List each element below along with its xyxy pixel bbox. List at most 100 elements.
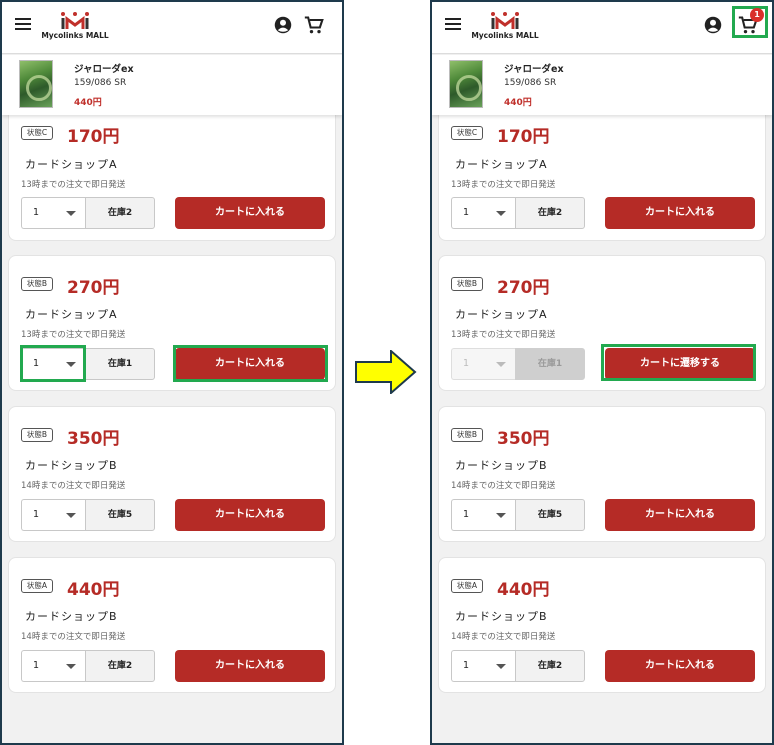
listing-price: 350円 bbox=[67, 429, 120, 449]
left-screen-before: Mycolinks MALL ジャローダex 159/086 SR 440円 状… bbox=[0, 0, 344, 745]
logo-text: Mycolinks MALL bbox=[41, 31, 109, 40]
listing-price: 270円 bbox=[67, 278, 120, 298]
shop-name: カードショップB bbox=[25, 610, 118, 623]
logo-mark-icon bbox=[491, 12, 519, 29]
stock-label: 在庫5 bbox=[515, 499, 585, 531]
add-to-cart-button[interactable]: カートに入れる bbox=[175, 650, 325, 682]
add-to-cart-button[interactable]: カートに入れる bbox=[605, 650, 755, 682]
app-header: Mycolinks MALL 1 bbox=[432, 2, 772, 54]
add-to-cart-button[interactable]: カートに入れる bbox=[175, 197, 325, 229]
product-thumbnail[interactable] bbox=[449, 60, 483, 108]
quantity-value: 1 bbox=[33, 207, 40, 218]
account-icon[interactable] bbox=[704, 16, 722, 34]
app-header: Mycolinks MALL bbox=[2, 2, 342, 54]
chevron-down-icon bbox=[496, 211, 506, 216]
listing-card: 状態A 440円 カードショップB 14時までの注文で即日発送 1 在庫2 カー… bbox=[438, 557, 766, 693]
chevron-down-icon bbox=[496, 362, 506, 367]
product-summary: ジャローダex 159/086 SR 440円 bbox=[2, 55, 342, 115]
quantity-select[interactable]: 1 bbox=[451, 197, 515, 229]
product-summary: ジャローダex 159/086 SR 440円 bbox=[432, 55, 772, 115]
chevron-down-icon bbox=[66, 362, 76, 367]
shop-name: カードショップB bbox=[25, 459, 118, 472]
product-thumbnail[interactable] bbox=[19, 60, 53, 108]
quantity-select[interactable]: 1 bbox=[21, 650, 85, 682]
chevron-down-icon bbox=[66, 664, 76, 669]
stock-label: 在庫2 bbox=[85, 197, 155, 229]
quantity-value: 1 bbox=[463, 660, 470, 671]
shop-name: カードショップA bbox=[455, 158, 548, 171]
chevron-down-icon bbox=[496, 664, 506, 669]
listing-price: 170円 bbox=[497, 127, 550, 147]
quantity-select[interactable]: 1 bbox=[21, 348, 85, 380]
shipping-note: 14時までの注文で即日発送 bbox=[451, 481, 556, 491]
condition-badge: 状態C bbox=[21, 126, 53, 140]
transition-arrow bbox=[355, 348, 417, 398]
add-to-cart-button[interactable]: カートに入れる bbox=[605, 197, 755, 229]
condition-badge: 状態B bbox=[21, 277, 53, 291]
listing-price: 350円 bbox=[497, 429, 550, 449]
condition-badge: 状態B bbox=[21, 428, 53, 442]
stock-label: 在庫2 bbox=[85, 650, 155, 682]
listing-price: 440円 bbox=[497, 580, 550, 600]
listing-card: 状態C 170円 カードショップA 13時までの注文で即日発送 1 在庫2 カー… bbox=[8, 98, 336, 241]
cart-icon[interactable] bbox=[304, 15, 324, 35]
product-name: ジャローダex bbox=[504, 64, 564, 75]
shipping-note: 13時までの注文で即日発送 bbox=[21, 180, 126, 190]
cart-count-badge: 1 bbox=[750, 8, 764, 22]
add-to-cart-button[interactable]: カートに入れる bbox=[175, 348, 325, 380]
shipping-note: 14時までの注文で即日発送 bbox=[21, 632, 126, 642]
quantity-select[interactable]: 1 bbox=[451, 650, 515, 682]
logo[interactable]: Mycolinks MALL bbox=[470, 10, 540, 46]
quantity-select-disabled: 1 bbox=[451, 348, 515, 380]
right-arrow-icon bbox=[355, 348, 417, 396]
menu-icon[interactable] bbox=[445, 18, 461, 30]
quantity-value: 1 bbox=[463, 207, 470, 218]
stock-label: 在庫2 bbox=[515, 650, 585, 682]
quantity-select[interactable]: 1 bbox=[21, 197, 85, 229]
stock-label: 在庫5 bbox=[85, 499, 155, 531]
product-number: 159/086 SR bbox=[504, 78, 557, 88]
quantity-select[interactable]: 1 bbox=[21, 499, 85, 531]
quantity-value: 1 bbox=[33, 358, 40, 369]
shipping-note: 14時までの注文で即日発送 bbox=[451, 632, 556, 642]
go-to-cart-button[interactable]: カートに遷移する bbox=[605, 348, 755, 380]
condition-badge: 状態C bbox=[451, 126, 483, 140]
quantity-value: 1 bbox=[33, 660, 40, 671]
shop-name: カードショップA bbox=[25, 158, 118, 171]
account-icon[interactable] bbox=[274, 16, 292, 34]
product-price: 440円 bbox=[504, 98, 532, 108]
stock-label: 在庫1 bbox=[515, 348, 585, 380]
shop-name: カードショップA bbox=[25, 308, 118, 321]
logo[interactable]: Mycolinks MALL bbox=[40, 10, 110, 46]
right-screen-after: Mycolinks MALL 1 ジャローダex 159/086 SR 440円… bbox=[430, 0, 774, 745]
condition-badge: 状態B bbox=[451, 428, 483, 442]
listing-card: 状態B 350円 カードショップB 14時までの注文で即日発送 1 在庫5 カー… bbox=[438, 406, 766, 542]
listing-card: 状態B 270円 カードショップA 13時までの注文で即日発送 1 在庫1 カー… bbox=[438, 255, 766, 391]
condition-badge: 状態A bbox=[21, 579, 53, 593]
shipping-note: 13時までの注文で即日発送 bbox=[451, 330, 556, 340]
listing-price: 440円 bbox=[67, 580, 120, 600]
menu-icon[interactable] bbox=[15, 18, 31, 30]
listing-price: 270円 bbox=[497, 278, 550, 298]
condition-badge: 状態B bbox=[451, 277, 483, 291]
shop-name: カードショップA bbox=[455, 308, 548, 321]
add-to-cart-button[interactable]: カートに入れる bbox=[605, 499, 755, 531]
logo-mark-icon bbox=[61, 12, 89, 29]
shipping-note: 14時までの注文で即日発送 bbox=[21, 481, 126, 491]
quantity-select[interactable]: 1 bbox=[451, 499, 515, 531]
shipping-note: 13時までの注文で即日発送 bbox=[451, 180, 556, 190]
logo-text: Mycolinks MALL bbox=[471, 31, 539, 40]
shop-name: カードショップB bbox=[455, 459, 548, 472]
listing-card: 状態A 440円 カードショップB 14時までの注文で即日発送 1 在庫2 カー… bbox=[8, 557, 336, 693]
quantity-value: 1 bbox=[463, 509, 470, 520]
listing-card: 状態B 270円 カードショップA 13時までの注文で即日発送 1 在庫1 カー… bbox=[8, 255, 336, 391]
product-number: 159/086 SR bbox=[74, 78, 127, 88]
product-price: 440円 bbox=[74, 98, 102, 108]
add-to-cart-button[interactable]: カートに入れる bbox=[175, 499, 325, 531]
cart-highlight[interactable]: 1 bbox=[732, 6, 768, 38]
shop-name: カードショップB bbox=[455, 610, 548, 623]
listing-card: 状態C 170円 カードショップA 13時までの注文で即日発送 1 在庫2 カー… bbox=[438, 98, 766, 241]
listing-card: 状態B 350円 カードショップB 14時までの注文で即日発送 1 在庫5 カー… bbox=[8, 406, 336, 542]
chevron-down-icon bbox=[66, 211, 76, 216]
product-name: ジャローダex bbox=[74, 64, 134, 75]
